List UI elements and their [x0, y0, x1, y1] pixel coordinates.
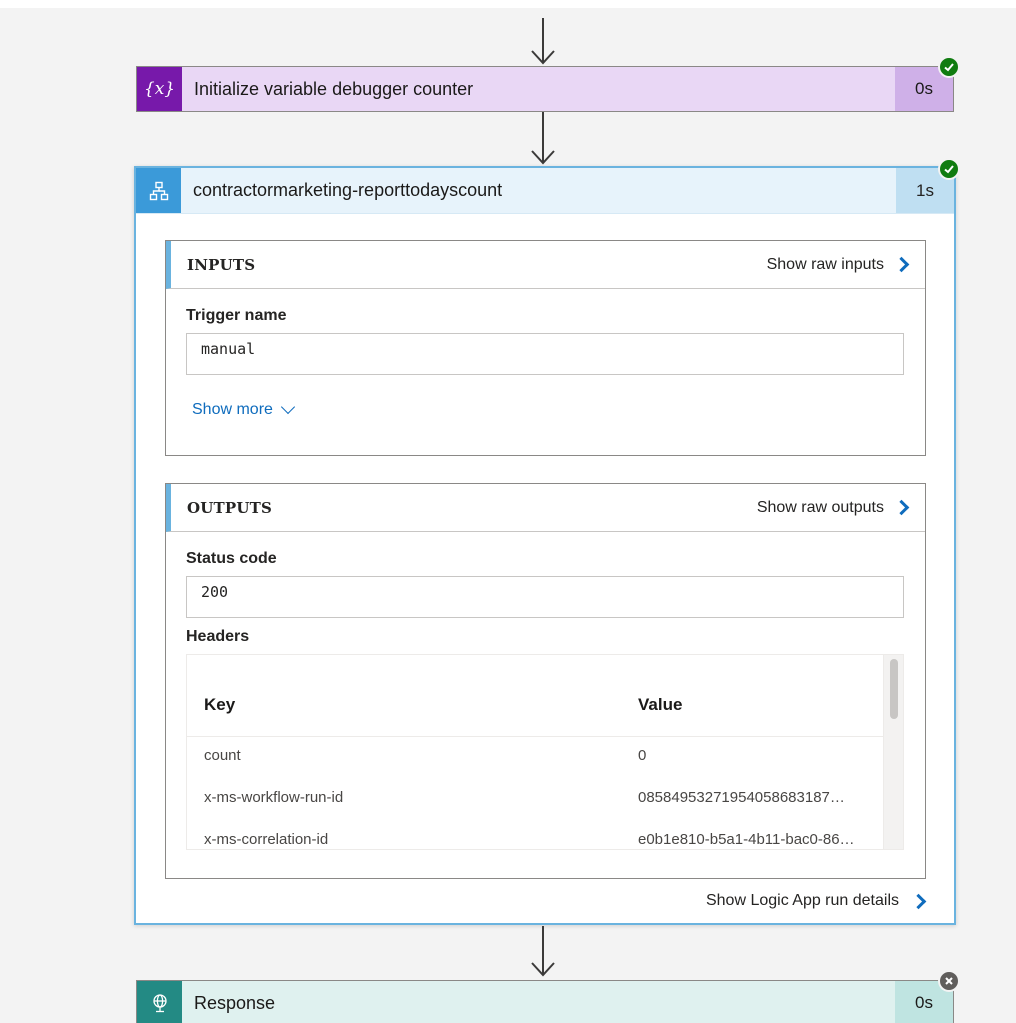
outputs-section: OUTPUTS Show raw outputs Status code 200…	[165, 483, 926, 879]
column-header-value: Value	[638, 695, 683, 714]
show-raw-outputs-link[interactable]: Show raw outputs	[756, 498, 910, 517]
inputs-title: INPUTS	[187, 255, 256, 274]
chevron-right-icon	[893, 256, 910, 273]
table-row: x-ms-workflow-run-id 0858495327195405868…	[187, 779, 883, 821]
trigger-name-field[interactable]: manual	[186, 333, 904, 375]
chevron-down-icon	[280, 399, 295, 415]
step-title: Initialize variable debugger counter	[194, 78, 474, 99]
inputs-section: INPUTS Show raw inputs Trigger name manu…	[165, 240, 926, 456]
chevron-right-icon	[910, 893, 927, 909]
table-row: x-ms-correlation-id e0b1e810-b5a1-4b11-b…	[187, 821, 883, 849]
show-run-details-link[interactable]: Show Logic App run details	[705, 892, 927, 910]
headers-label: Headers	[186, 628, 250, 645]
step-title: contractormarketing-reporttodayscount	[193, 180, 503, 200]
row-value: e0b1e810-b5a1-4b11-bac0-86…	[638, 831, 855, 848]
step-initialize-variable[interactable]: {x} Initialize variable debugger counter…	[136, 66, 954, 112]
status-code-field[interactable]: 200	[186, 576, 904, 618]
success-check-icon	[938, 158, 960, 180]
workflow-icon	[136, 168, 181, 213]
show-more-link[interactable]: Show more	[192, 399, 295, 419]
inputs-header: INPUTS Show raw inputs	[166, 241, 925, 289]
step-title: Response	[194, 992, 276, 1013]
chevron-right-icon	[893, 499, 910, 516]
table-scrollbar[interactable]	[883, 655, 903, 849]
column-header-key: Key	[204, 695, 236, 714]
row-value: 0	[638, 747, 647, 764]
headers-table[interactable]: Key Value count 0 x-ms-workflow-run-id 0…	[186, 654, 904, 850]
table-row: count 0	[187, 737, 883, 779]
flow-arrow	[528, 112, 558, 166]
step-header[interactable]: contractormarketing-reporttodayscount 1s	[136, 168, 954, 214]
flow-arrow	[528, 18, 558, 66]
variable-braces-icon: {x}	[137, 67, 182, 111]
outputs-title: OUTPUTS	[187, 498, 273, 517]
show-run-details-label: Show Logic App run details	[705, 892, 899, 909]
row-key: count	[204, 747, 241, 764]
step-response[interactable]: Response 0s	[136, 980, 954, 1023]
trigger-name-label: Trigger name	[186, 307, 287, 324]
outputs-header: OUTPUTS Show raw outputs	[166, 484, 925, 532]
globe-icon	[137, 981, 182, 1023]
show-raw-inputs-label: Show raw inputs	[766, 255, 884, 273]
show-raw-inputs-link[interactable]: Show raw inputs	[766, 255, 910, 274]
step-http-workflow-card: contractormarketing-reporttodayscount 1s…	[134, 166, 956, 925]
success-check-icon	[938, 56, 960, 78]
table-header: Key Value	[187, 655, 883, 737]
show-raw-outputs-label: Show raw outputs	[756, 498, 884, 516]
scrollbar-thumb[interactable]	[890, 659, 898, 719]
failed-x-icon	[938, 970, 960, 992]
row-key: x-ms-workflow-run-id	[204, 789, 344, 806]
show-more-label: Show more	[192, 401, 273, 418]
top-strip	[0, 0, 1016, 8]
row-key: x-ms-correlation-id	[204, 831, 329, 848]
row-value: 08584953271954058683187…	[638, 789, 845, 806]
flow-arrow	[528, 926, 558, 978]
status-code-label: Status code	[186, 550, 277, 567]
